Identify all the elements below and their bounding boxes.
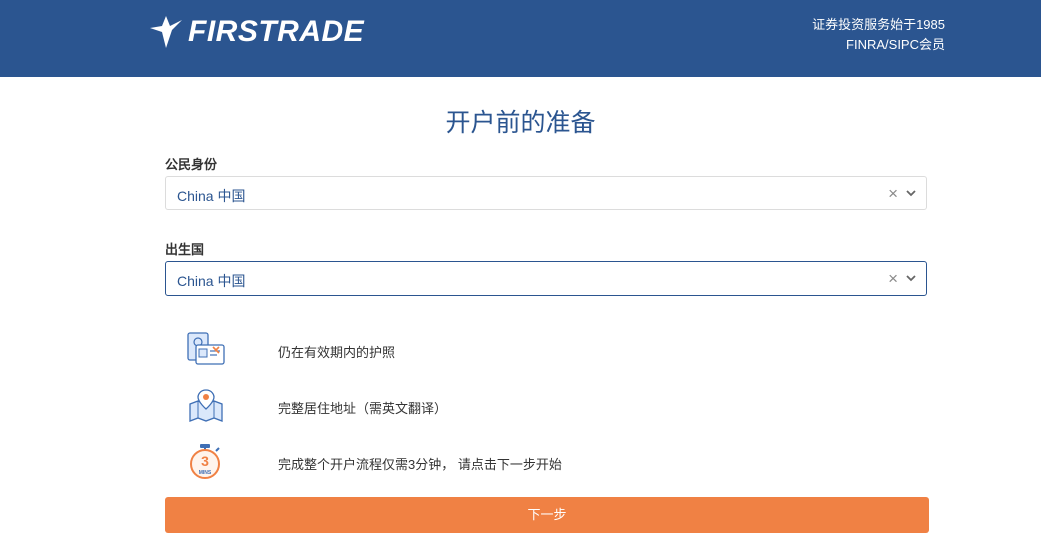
tagline-since: 证券投资服务始于1985 bbox=[812, 17, 945, 32]
chevron-down-icon[interactable] bbox=[906, 275, 916, 282]
citizenship-label: 公民身份 bbox=[165, 157, 218, 172]
stopwatch-number: 3 bbox=[201, 453, 209, 469]
map-location-icon bbox=[189, 389, 223, 422]
chevron-down-icon[interactable] bbox=[906, 190, 916, 197]
passport-icon bbox=[187, 332, 225, 365]
header-bar: FIRSTRADE 证券投资服务始于1985 FINRA/SIPC会员 bbox=[0, 0, 1041, 77]
firstrade-logo[interactable]: FIRSTRADE bbox=[148, 14, 364, 50]
header-tagline: 证券投资服务始于1985 FINRA/SIPC会员 bbox=[812, 15, 945, 55]
checklist-item-address: 完整居住地址（需英文翻译） bbox=[278, 401, 448, 416]
citizenship-select[interactable]: China 中国 × bbox=[165, 176, 927, 210]
checklist-item-passport: 仍在有效期内的护照 bbox=[278, 345, 396, 360]
clear-icon[interactable]: × bbox=[888, 185, 898, 202]
tagline-membership: FINRA/SIPC会员 bbox=[846, 37, 945, 52]
birth-country-select[interactable]: China 中国 × bbox=[165, 261, 927, 296]
stopwatch-unit: MINS bbox=[199, 470, 212, 476]
birth-country-label: 出生国 bbox=[165, 242, 205, 257]
checklist-item-time: 完成整个开户流程仅需3分钟， 请点击下一步开始 bbox=[278, 457, 562, 472]
next-button[interactable]: 下一步 bbox=[165, 497, 929, 533]
logo-text: FIRSTRADE bbox=[188, 15, 365, 48]
birth-country-value: China 中国 bbox=[177, 273, 246, 289]
firstrade-logo-mark-icon bbox=[150, 16, 182, 48]
citizenship-value: China 中国 bbox=[177, 188, 246, 204]
page-title: 开户前的准备 bbox=[445, 109, 596, 137]
clear-icon[interactable]: × bbox=[888, 270, 898, 287]
stopwatch-icon: 3 MINS bbox=[190, 444, 220, 479]
